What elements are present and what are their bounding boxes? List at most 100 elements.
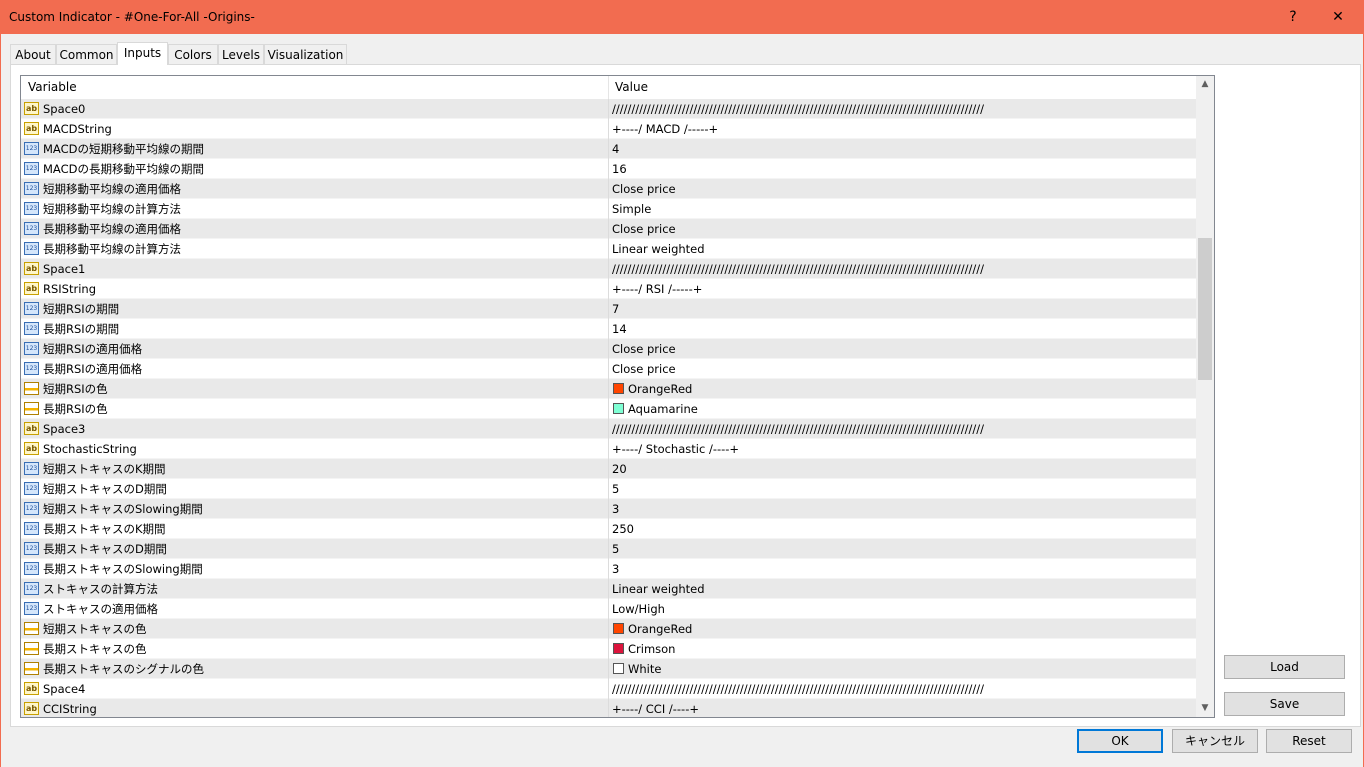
- column-header-value[interactable]: Value: [609, 76, 1196, 99]
- variable-cell[interactable]: ab MACDString: [21, 119, 609, 139]
- value-cell[interactable]: +----/ Stochastic /----+: [609, 439, 1196, 459]
- variable-cell[interactable]: 123 短期ストキャスのK期間: [21, 459, 609, 479]
- table-row[interactable]: 123 長期移動平均線の適用価格 Close price: [21, 219, 1196, 239]
- value-cell[interactable]: 7: [609, 299, 1196, 319]
- variable-cell[interactable]: 長期ストキャスのシグナルの色: [21, 659, 609, 679]
- help-button[interactable]: ?: [1273, 5, 1313, 29]
- value-cell[interactable]: 16: [609, 159, 1196, 179]
- value-cell[interactable]: Aquamarine: [609, 399, 1196, 419]
- cancel-button[interactable]: キャンセル: [1172, 729, 1258, 753]
- table-row[interactable]: ab CCIString +----/ CCI /----+: [21, 699, 1196, 717]
- value-cell[interactable]: 5: [609, 539, 1196, 559]
- variable-cell[interactable]: 123 短期RSIの期間: [21, 299, 609, 319]
- value-cell[interactable]: OrangeRed: [609, 379, 1196, 399]
- variable-cell[interactable]: 123 短期移動平均線の計算方法: [21, 199, 609, 219]
- variable-cell[interactable]: 123 長期ストキャスのSlowing期間: [21, 559, 609, 579]
- variable-cell[interactable]: 123 短期移動平均線の適用価格: [21, 179, 609, 199]
- vertical-scrollbar[interactable]: ▲ ▼: [1196, 76, 1214, 717]
- table-row[interactable]: 123 長期RSIの期間 14: [21, 319, 1196, 339]
- value-cell[interactable]: Close price: [609, 359, 1196, 379]
- variable-cell[interactable]: ab Space1: [21, 259, 609, 279]
- table-row[interactable]: 123 長期ストキャスのSlowing期間 3: [21, 559, 1196, 579]
- value-cell[interactable]: 3: [609, 499, 1196, 519]
- value-cell[interactable]: 4: [609, 139, 1196, 159]
- variable-cell[interactable]: 123 長期ストキャスのD期間: [21, 539, 609, 559]
- value-cell[interactable]: 14: [609, 319, 1196, 339]
- table-row[interactable]: 123 短期移動平均線の適用価格 Close price: [21, 179, 1196, 199]
- variable-cell[interactable]: 123 短期ストキャスのSlowing期間: [21, 499, 609, 519]
- table-row[interactable]: ab RSIString +----/ RSI /-----+: [21, 279, 1196, 299]
- table-row[interactable]: 123 長期移動平均線の計算方法 Linear weighted: [21, 239, 1196, 259]
- scrollbar-thumb[interactable]: [1198, 238, 1212, 380]
- variable-cell[interactable]: ab Space0: [21, 99, 609, 119]
- table-row[interactable]: ab Space4 ////////////////////////////////…: [21, 679, 1196, 699]
- value-cell[interactable]: Crimson: [609, 639, 1196, 659]
- table-row[interactable]: ab Space3 ////////////////////////////////…: [21, 419, 1196, 439]
- value-cell[interactable]: 5: [609, 479, 1196, 499]
- table-row[interactable]: ab Space1 ////////////////////////////////…: [21, 259, 1196, 279]
- variable-cell[interactable]: 123 長期RSIの期間: [21, 319, 609, 339]
- save-button[interactable]: Save: [1224, 692, 1345, 716]
- table-row[interactable]: 123 短期ストキャスのSlowing期間 3: [21, 499, 1196, 519]
- value-cell[interactable]: Low/High: [609, 599, 1196, 619]
- value-cell[interactable]: White: [609, 659, 1196, 679]
- variable-cell[interactable]: 長期ストキャスの色: [21, 639, 609, 659]
- value-cell[interactable]: 250: [609, 519, 1196, 539]
- tab-visualization[interactable]: Visualization: [264, 44, 347, 64]
- tab-inputs[interactable]: Inputs: [117, 42, 168, 65]
- variable-cell[interactable]: 123 短期RSIの適用価格: [21, 339, 609, 359]
- value-cell[interactable]: OrangeRed: [609, 619, 1196, 639]
- table-row[interactable]: 短期ストキャスの色 OrangeRed: [21, 619, 1196, 639]
- variable-cell[interactable]: 123 MACDの短期移動平均線の期間: [21, 139, 609, 159]
- table-row[interactable]: 長期ストキャスのシグナルの色 White: [21, 659, 1196, 679]
- variable-cell[interactable]: 123 長期移動平均線の計算方法: [21, 239, 609, 259]
- variable-cell[interactable]: 短期RSIの色: [21, 379, 609, 399]
- value-cell[interactable]: Linear weighted: [609, 579, 1196, 599]
- tab-colors[interactable]: Colors: [168, 44, 218, 64]
- table-row[interactable]: ab MACDString +----/ MACD /-----+: [21, 119, 1196, 139]
- table-row[interactable]: 123 長期ストキャスのK期間 250: [21, 519, 1196, 539]
- value-cell[interactable]: Close price: [609, 219, 1196, 239]
- variable-cell[interactable]: 123 長期ストキャスのK期間: [21, 519, 609, 539]
- value-cell[interactable]: ////////////////////////////////////////…: [609, 259, 1196, 279]
- table-row[interactable]: 123 短期ストキャスのK期間 20: [21, 459, 1196, 479]
- table-row[interactable]: 長期ストキャスの色 Crimson: [21, 639, 1196, 659]
- variable-cell[interactable]: 123 MACDの長期移動平均線の期間: [21, 159, 609, 179]
- table-row[interactable]: 123 長期RSIの適用価格 Close price: [21, 359, 1196, 379]
- tab-common[interactable]: Common: [56, 44, 117, 64]
- close-button[interactable]: ✕: [1318, 5, 1358, 29]
- table-row[interactable]: 123 MACDの短期移動平均線の期間 4: [21, 139, 1196, 159]
- value-cell[interactable]: +----/ MACD /-----+: [609, 119, 1196, 139]
- table-row[interactable]: 123 短期移動平均線の計算方法 Simple: [21, 199, 1196, 219]
- table-row[interactable]: 123 MACDの長期移動平均線の期間 16: [21, 159, 1196, 179]
- scroll-down-icon[interactable]: ▼: [1196, 700, 1214, 717]
- ok-button[interactable]: OK: [1077, 729, 1163, 753]
- variable-cell[interactable]: 123 長期RSIの適用価格: [21, 359, 609, 379]
- variable-cell[interactable]: ab RSIString: [21, 279, 609, 299]
- table-row[interactable]: 123 長期ストキャスのD期間 5: [21, 539, 1196, 559]
- value-cell[interactable]: Close price: [609, 179, 1196, 199]
- variable-cell[interactable]: 長期RSIの色: [21, 399, 609, 419]
- value-cell[interactable]: Close price: [609, 339, 1196, 359]
- variable-cell[interactable]: 123 短期ストキャスのD期間: [21, 479, 609, 499]
- table-row[interactable]: 短期RSIの色 OrangeRed: [21, 379, 1196, 399]
- value-cell[interactable]: 3: [609, 559, 1196, 579]
- table-row[interactable]: 123 ストキャスの計算方法 Linear weighted: [21, 579, 1196, 599]
- variable-cell[interactable]: 短期ストキャスの色: [21, 619, 609, 639]
- variable-cell[interactable]: 123 長期移動平均線の適用価格: [21, 219, 609, 239]
- value-cell[interactable]: +----/ RSI /-----+: [609, 279, 1196, 299]
- table-row[interactable]: 123 短期RSIの期間 7: [21, 299, 1196, 319]
- value-cell[interactable]: ////////////////////////////////////////…: [609, 679, 1196, 699]
- value-cell[interactable]: 20: [609, 459, 1196, 479]
- scroll-up-icon[interactable]: ▲: [1196, 76, 1214, 93]
- tab-about[interactable]: About: [10, 44, 56, 64]
- table-row[interactable]: 123 短期ストキャスのD期間 5: [21, 479, 1196, 499]
- variable-cell[interactable]: ab StochasticString: [21, 439, 609, 459]
- value-cell[interactable]: +----/ CCI /----+: [609, 699, 1196, 717]
- variable-cell[interactable]: 123 ストキャスの適用価格: [21, 599, 609, 619]
- variable-cell[interactable]: 123 ストキャスの計算方法: [21, 579, 609, 599]
- value-cell[interactable]: ////////////////////////////////////////…: [609, 419, 1196, 439]
- variable-cell[interactable]: ab Space4: [21, 679, 609, 699]
- tab-levels[interactable]: Levels: [218, 44, 264, 64]
- table-row[interactable]: ab Space0 ////////////////////////////////…: [21, 99, 1196, 119]
